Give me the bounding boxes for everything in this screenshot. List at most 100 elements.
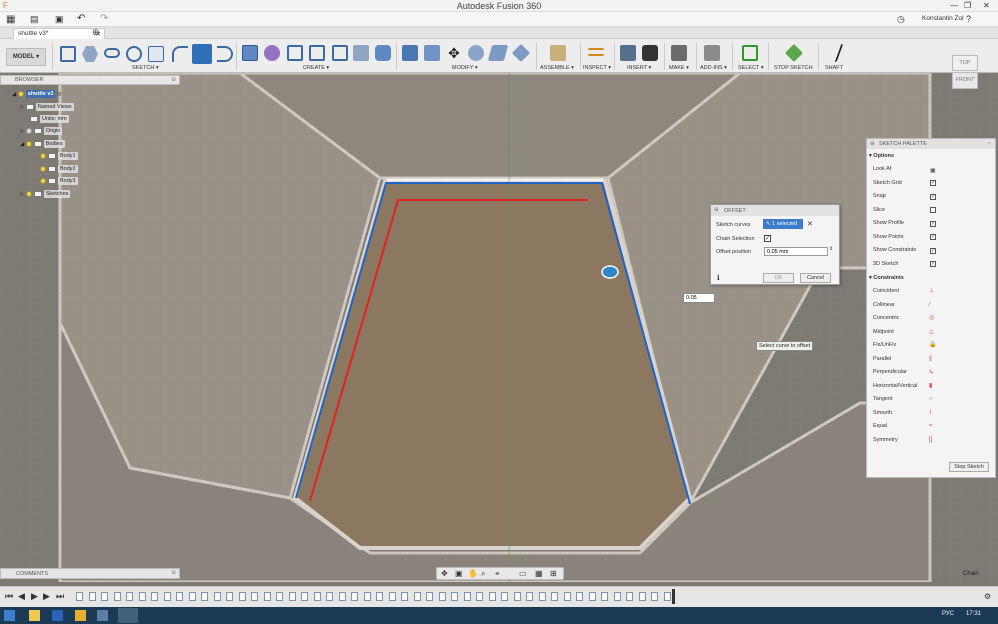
timeline-feature-icon[interactable]	[626, 592, 633, 601]
tree-sketches[interactable]: ▷ Sketches	[20, 190, 71, 199]
insert-menu[interactable]: INSERT ▾	[627, 65, 651, 71]
constraint-equal[interactable]: Equal	[873, 423, 887, 429]
option-checkbox[interactable]: ✓	[930, 261, 936, 267]
timeline-feature-icon[interactable]	[538, 592, 546, 601]
browser-settings-icon[interactable]: ⊙	[171, 77, 176, 83]
clock-icon[interactable]: ◷	[897, 14, 905, 25]
timeline-feature-icon[interactable]	[488, 592, 496, 601]
constraint-perpendicular[interactable]: Perpendicular	[873, 369, 907, 375]
view-cube-front[interactable]: FRONT	[952, 72, 978, 89]
shell-icon[interactable]	[468, 45, 484, 61]
chain-selection-checkbox[interactable]: ✓	[764, 235, 771, 242]
constraint-icon[interactable]: ∥	[929, 355, 937, 363]
fillet-tool-icon[interactable]	[172, 46, 188, 62]
rectangle-tool-icon[interactable]	[60, 46, 76, 62]
explorer-icon[interactable]	[29, 610, 40, 621]
option-checkbox[interactable]: ✓	[930, 220, 936, 227]
zoom-icon[interactable]: ⌕	[481, 569, 485, 579]
go-to-end-icon[interactable]: ⏭	[56, 591, 64, 602]
constraint-icon[interactable]: []	[929, 436, 937, 444]
offset-dialog-header[interactable]: ⊖ OFFSET	[711, 205, 839, 216]
fillet-3d-icon[interactable]	[424, 45, 440, 61]
options-section[interactable]: ▾ Options	[869, 153, 894, 159]
tree-bodies[interactable]: ◢ Bodies	[20, 140, 65, 149]
close-icon[interactable]: ✕	[983, 1, 990, 10]
option-checkbox[interactable]: ✓	[930, 180, 936, 186]
play-icon[interactable]: ▶	[31, 591, 38, 602]
timeline-feature-icon[interactable]	[126, 592, 133, 601]
circle-tool-icon[interactable]	[126, 46, 142, 62]
sketch-palette-header[interactable]: ⊖ SKETCH PALETTE ⇔	[867, 139, 995, 149]
sketch-curves-selection[interactable]: ↖ 1 selected	[763, 219, 803, 229]
move-icon[interactable]: ✥	[446, 45, 462, 61]
language-indicator[interactable]: РУС	[942, 611, 954, 617]
constraint-horizontal-vertical[interactable]: Horizontal/Vertical	[873, 383, 917, 389]
cancel-button[interactable]: Cancel	[800, 273, 831, 283]
offset-position-input[interactable]	[764, 247, 828, 256]
file-icon[interactable]: ▤	[30, 14, 39, 25]
option-3d-sketch[interactable]: 3D Sketch	[873, 261, 898, 267]
constraint-tangent[interactable]: Tangent	[873, 396, 893, 402]
timeline-feature-icon[interactable]	[113, 592, 121, 601]
option-show-profile[interactable]: Show Profile	[873, 220, 904, 226]
constraint-coincident[interactable]: Coincident	[873, 288, 899, 294]
visibility-bulb-icon[interactable]	[25, 141, 32, 147]
maximize-icon[interactable]: ❐	[964, 1, 971, 10]
option-slice[interactable]: Slice	[873, 207, 885, 213]
timeline-feature-icon[interactable]	[526, 592, 533, 601]
timeline-feature-icon[interactable]	[176, 592, 183, 601]
constraint-icon[interactable]: ○	[929, 395, 937, 403]
slot-tool-icon[interactable]	[104, 48, 120, 58]
timeline-settings-icon[interactable]: ⚙	[984, 592, 991, 601]
timeline-feature-icon[interactable]	[451, 592, 458, 601]
mirror-tool-icon[interactable]	[309, 45, 325, 61]
comments-settings-icon[interactable]: ⊙	[171, 570, 176, 576]
start-icon[interactable]	[4, 610, 15, 621]
constraint-symmetry[interactable]: Symmetry	[873, 437, 898, 443]
timeline-marker[interactable]	[672, 589, 675, 604]
select-menu[interactable]: SELECT ▾	[738, 65, 764, 71]
display-settings-icon[interactable]: ▭	[519, 569, 527, 578]
step-forward-icon[interactable]: ▶	[43, 591, 50, 602]
timeline-feature-icon[interactable]	[226, 592, 233, 601]
info-icon[interactable]: ℹ	[717, 274, 720, 282]
timeline-feature-icon[interactable]	[301, 592, 308, 601]
sphere-tool-icon[interactable]	[264, 45, 280, 61]
ok-button[interactable]: OK	[763, 273, 794, 283]
timeline-feature-icon[interactable]	[288, 592, 296, 601]
hidden-bulb-icon[interactable]	[25, 128, 32, 134]
orbit-icon[interactable]: ✥	[441, 569, 448, 578]
timeline-feature-icon[interactable]	[588, 592, 596, 601]
grid-menu-icon[interactable]: ▦	[6, 14, 15, 25]
polygon-tool-icon[interactable]	[82, 46, 98, 62]
constraint-icon[interactable]: ⁄	[929, 301, 937, 309]
timeline-feature-icon[interactable]	[476, 592, 483, 601]
project-tool-icon[interactable]	[217, 46, 233, 62]
user-name[interactable]: Konstantin Zol	[922, 15, 964, 22]
make-menu[interactable]: MAKE ▾	[669, 65, 689, 71]
timeline-feature-icon[interactable]	[313, 592, 321, 601]
viewport-graphics[interactable]	[0, 73, 998, 582]
constraints-section[interactable]: ▾ Constraints	[869, 275, 904, 281]
3d-print-icon[interactable]	[671, 45, 687, 61]
option-checkbox[interactable]: ✓	[930, 234, 936, 240]
timeline-feature-icon[interactable]	[76, 592, 83, 601]
minimize-icon[interactable]: —	[950, 1, 958, 10]
constraint-fix-unfix[interactable]: Fix/UnFix	[873, 342, 896, 348]
timeline-feature-icon[interactable]	[601, 592, 608, 601]
undo-icon[interactable]: ↶	[77, 13, 85, 24]
scripts-icon[interactable]	[704, 45, 720, 61]
option-checkbox[interactable]	[930, 207, 936, 213]
timeline-feature-icon[interactable]	[551, 592, 558, 601]
shaft-button[interactable]: SHAFT	[825, 65, 843, 71]
visibility-bulb-icon[interactable]	[40, 166, 46, 172]
constraint-parallel[interactable]: Parallel	[873, 356, 891, 362]
insert-mesh-icon[interactable]	[642, 45, 658, 61]
timeline-feature-icon[interactable]	[638, 592, 646, 601]
collapse-icon[interactable]: ⊖	[870, 141, 875, 147]
visibility-bulb-icon[interactable]	[17, 91, 24, 97]
constraint-icon[interactable]: ⊥	[929, 287, 937, 295]
timeline-feature-icon[interactable]	[363, 592, 371, 601]
web-tool-icon[interactable]	[353, 45, 369, 61]
save-icon[interactable]: ▣	[55, 14, 64, 25]
